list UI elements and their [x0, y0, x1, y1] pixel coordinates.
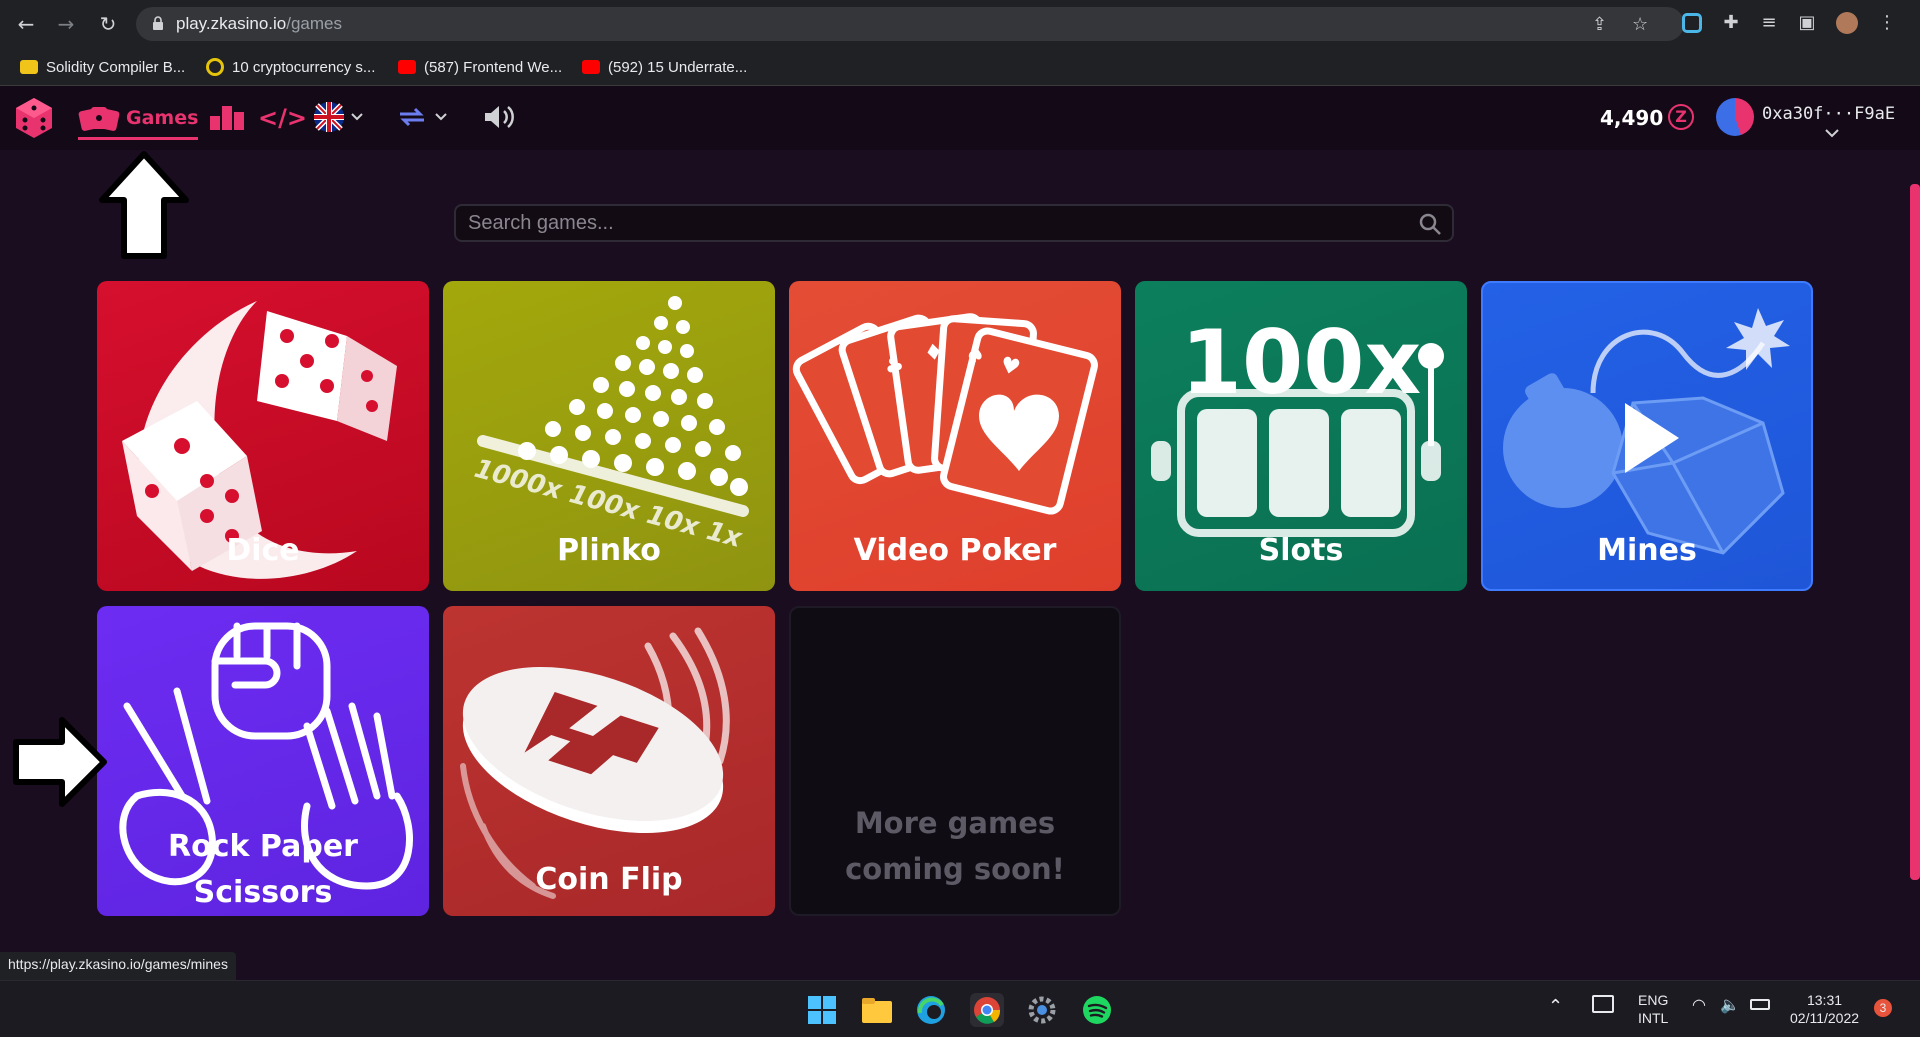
- sound-icon[interactable]: [482, 102, 516, 138]
- edge-browser-icon[interactable]: [914, 993, 948, 1027]
- browser-toolbar: ← → ↻ play.zkasino.io/games ⇪ ☆ ✚ ≡ ▣ ⋮: [0, 0, 1920, 48]
- share-icon[interactable]: ⇪: [1592, 14, 1607, 35]
- up-arrow-annotation: [99, 151, 189, 259]
- bookmark-item[interactable]: 10 cryptocurrency s...: [206, 55, 375, 79]
- balance-amount: 4,490: [1600, 106, 1664, 130]
- chrome-icon[interactable]: [970, 993, 1004, 1027]
- reload-icon[interactable]: ↻: [94, 10, 122, 38]
- bookmark-star-icon[interactable]: ☆: [1632, 14, 1648, 35]
- chevron-up-icon[interactable]: ⌃: [1548, 997, 1563, 1015]
- game-title: Rock Paper Scissors: [168, 829, 358, 910]
- clock[interactable]: 13:31 02/11/2022: [1790, 991, 1859, 1027]
- bookmark-item[interactable]: (587) Frontend We...: [398, 55, 562, 79]
- page-scrollbar[interactable]: [1910, 184, 1920, 880]
- coming-soon-card: More games coming soon!: [789, 606, 1121, 916]
- game-title: Dice: [226, 533, 300, 568]
- youtube-icon: [582, 60, 600, 74]
- notification-badge[interactable]: 3: [1874, 999, 1892, 1017]
- menu-icon[interactable]: ⋮: [1876, 12, 1898, 34]
- settings-gear-icon[interactable]: [1025, 993, 1059, 1027]
- bookmarks-bar: Solidity Compiler B... 10 cryptocurrency…: [0, 48, 1920, 86]
- lock-icon: [153, 16, 163, 30]
- game-card-rock-paper-scissors[interactable]: Rock Paper Scissors: [97, 606, 429, 916]
- svg-text:♠: ♠: [965, 342, 986, 368]
- svg-text:100x: 100x: [1181, 311, 1421, 414]
- search-box: [454, 204, 1454, 242]
- game-title: Coin Flip: [535, 862, 683, 897]
- nav-games-label: Games: [126, 106, 199, 129]
- language-selector[interactable]: [314, 102, 374, 138]
- zkasino-coin-icon: Z: [1668, 104, 1694, 130]
- side-panel-icon[interactable]: ▣: [1796, 12, 1818, 34]
- touch-keyboard-icon[interactable]: [1592, 995, 1614, 1013]
- volume-icon[interactable]: 🔈: [1720, 997, 1740, 1015]
- search-icon[interactable]: [1418, 212, 1442, 236]
- bookmark-item[interactable]: Solidity Compiler B...: [20, 55, 185, 79]
- game-card-dice[interactable]: Dice: [97, 281, 429, 591]
- input-language-indicator[interactable]: ENG INTL: [1638, 991, 1668, 1027]
- file-explorer-icon[interactable]: [860, 993, 894, 1027]
- url-text: play.zkasino.io/games: [176, 14, 342, 33]
- svg-text:♦: ♦: [922, 339, 945, 367]
- address-bar[interactable]: play.zkasino.io/games ⇪ ☆: [136, 7, 1684, 41]
- network-selector[interactable]: [396, 102, 456, 138]
- game-title: Video Poker: [853, 533, 1057, 568]
- nav-games[interactable]: Games: [78, 100, 199, 140]
- spotify-icon[interactable]: [1080, 993, 1114, 1027]
- games-cards-icon: [78, 106, 120, 131]
- profile-avatar[interactable]: [1836, 12, 1858, 34]
- forward-icon[interactable]: →: [52, 10, 80, 38]
- wallet-address[interactable]: 0xa30f···F9aE: [1762, 104, 1895, 138]
- bookmark-favicon: [206, 58, 224, 76]
- game-card-coin-flip[interactable]: Coin Flip: [443, 606, 775, 916]
- coming-soon-text: More games coming soon!: [845, 806, 1065, 886]
- media-queue-icon[interactable]: ≡: [1758, 12, 1780, 34]
- game-card-slots[interactable]: 100x Slots: [1135, 281, 1467, 591]
- extension-icon[interactable]: [1682, 13, 1702, 33]
- game-title: Plinko: [557, 533, 661, 568]
- code-icon[interactable]: </>: [258, 104, 307, 132]
- chevron-down-icon: [1825, 129, 1839, 138]
- battery-icon[interactable]: [1750, 999, 1770, 1010]
- game-card-mines[interactable]: Mines: [1481, 281, 1813, 591]
- uk-flag-icon: [314, 102, 363, 132]
- bookmark-item[interactable]: (592) 15 Underrate...: [582, 55, 747, 79]
- site-header: Games </> 4,490 Z 0xa30f···F9aE: [0, 86, 1920, 150]
- right-arrow-annotation: [13, 717, 107, 807]
- search-input[interactable]: [456, 206, 1396, 240]
- wallet-avatar[interactable]: [1716, 98, 1754, 136]
- leaderboard-icon[interactable]: [208, 102, 246, 138]
- windows-taskbar: ⌃ ENG INTL ◠ 🔈 13:31 02/11/2022 3: [0, 980, 1920, 1037]
- puzzle-icon[interactable]: ✚: [1720, 12, 1742, 34]
- windows-start-icon[interactable]: [805, 993, 839, 1027]
- game-card-video-poker[interactable]: ♣ ♦ ♠ ♥ Video Poker: [789, 281, 1121, 591]
- status-link-preview: https://play.zkasino.io/games/mines: [0, 952, 236, 980]
- back-icon[interactable]: ←: [12, 10, 40, 38]
- bookmark-favicon: [20, 60, 38, 74]
- game-title: Slots: [1258, 533, 1344, 568]
- swap-arrows-icon: [400, 107, 447, 127]
- game-title: Mines: [1597, 533, 1697, 568]
- wifi-icon[interactable]: ◠: [1692, 997, 1706, 1015]
- zkasino-logo-icon[interactable]: [12, 96, 56, 140]
- game-card-plinko[interactable]: 1000x 100x 10x 1x Plinko: [443, 281, 775, 591]
- youtube-icon: [398, 60, 416, 74]
